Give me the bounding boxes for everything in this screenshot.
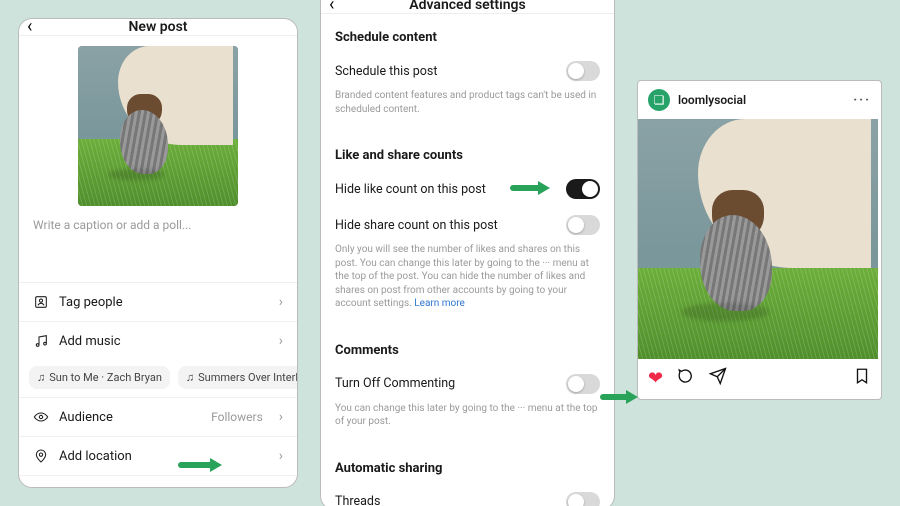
new-post-header: ‹ New post [19, 19, 297, 36]
like-share-note: Only you will see the number of likes an… [335, 243, 600, 317]
new-post-title: New post [129, 19, 188, 35]
eye-icon [33, 409, 49, 425]
tag-people-label: Tag people [59, 295, 123, 310]
person-tag-icon [33, 294, 49, 310]
music-chip-label: Summers Over Interlude · [198, 371, 297, 384]
chevron-right-icon: › [279, 333, 283, 349]
like-share-heading: Like and share counts [335, 148, 600, 163]
music-chip[interactable]: ♫ Summers Over Interlude · [178, 366, 297, 389]
advanced-settings-label: Advanced settings [59, 488, 166, 489]
chevron-right-icon: › [279, 294, 283, 310]
chevron-right-icon: › [279, 448, 283, 464]
add-location-row[interactable]: Add location › [19, 437, 297, 476]
post-actions: ❤ [638, 359, 881, 397]
hide-like-label: Hide like count on this post [335, 182, 486, 197]
threads-toggle[interactable] [566, 492, 600, 506]
add-location-label: Add location [59, 449, 132, 464]
post-header: ❏ loomlysocial ··· [638, 81, 881, 119]
send-icon[interactable] [709, 367, 727, 390]
avatar[interactable]: ❏ [648, 89, 670, 111]
caption-input[interactable]: Write a caption or add a poll... [19, 212, 297, 282]
feed-post-panel: ❏ loomlysocial ··· ❤ [637, 80, 882, 400]
schedule-section: Schedule content Schedule this post Bran… [321, 14, 614, 124]
chevron-right-icon: › [279, 487, 283, 488]
commenting-toggle[interactable] [566, 374, 600, 394]
comments-heading: Comments [335, 343, 600, 358]
turn-off-commenting-label: Turn Off Commenting [335, 376, 455, 391]
add-music-label: Add music [59, 334, 121, 349]
chevron-right-icon: › [279, 409, 283, 425]
hide-share-toggle[interactable] [566, 215, 600, 235]
music-chip-label: Sun to Me · Zach Bryan [49, 371, 162, 384]
back-icon[interactable]: ‹ [329, 0, 334, 14]
comments-section: Comments Turn Off Commenting You can cha… [321, 327, 614, 437]
audience-row[interactable]: Audience Followers › [19, 398, 297, 437]
hide-like-toggle[interactable] [566, 179, 600, 199]
audience-value: Followers [211, 410, 263, 424]
bookmark-icon[interactable] [853, 367, 871, 390]
back-icon[interactable]: ‹ [27, 18, 32, 36]
schedule-this-post-label: Schedule this post [335, 64, 437, 79]
tag-people-row[interactable]: Tag people › [19, 283, 297, 322]
schedule-this-post-row[interactable]: Schedule this post [335, 53, 600, 89]
music-chip[interactable]: ♫ Sun to Me · Zach Bryan [29, 366, 170, 389]
learn-more-link[interactable]: Learn more [414, 298, 465, 309]
advanced-title: Advanced settings [409, 0, 525, 13]
music-note-icon: ♫ [37, 371, 45, 384]
threads-row[interactable]: Threads [335, 484, 600, 506]
hide-like-row[interactable]: Hide like count on this post [335, 171, 600, 207]
advanced-header: ‹ Advanced settings [321, 0, 614, 14]
location-pin-icon [33, 448, 49, 464]
avatar-glyph: ❏ [654, 93, 665, 107]
add-music-row[interactable]: Add music › [19, 322, 297, 360]
threads-label: Threads [335, 494, 380, 506]
audience-label: Audience [59, 410, 113, 425]
new-post-panel: ‹ New post Write a caption or add a poll… [18, 18, 298, 488]
advanced-settings-row[interactable]: Advanced settings › [19, 476, 297, 488]
automatic-sharing-heading: Automatic sharing [335, 461, 600, 476]
schedule-note: Branded content features and product tag… [335, 89, 600, 122]
heart-icon[interactable]: ❤ [648, 368, 663, 389]
gear-icon [33, 487, 49, 488]
automatic-sharing-section: Automatic sharing Threads [321, 445, 614, 506]
feed-image[interactable] [638, 119, 878, 359]
music-note-icon: ♫ [186, 371, 194, 384]
more-icon[interactable]: ··· [853, 93, 871, 108]
schedule-heading: Schedule content [335, 30, 600, 45]
comments-note: You can change this later by going to th… [335, 402, 600, 435]
turn-off-commenting-row[interactable]: Turn Off Commenting [335, 366, 600, 402]
advanced-settings-panel: ‹ Advanced settings Schedule content Sch… [320, 0, 615, 506]
post-image-preview[interactable] [19, 36, 297, 212]
like-share-section: Like and share counts Hide like count on… [321, 132, 614, 319]
post-username[interactable]: loomlysocial [678, 93, 746, 107]
new-post-options: Tag people › Add music › ♫ Sun to Me · Z… [19, 282, 297, 488]
post-image [78, 46, 238, 206]
music-note-icon [33, 333, 49, 349]
music-suggestions: ♫ Sun to Me · Zach Bryan ♫ Summers Over … [19, 360, 297, 398]
comment-icon[interactable] [677, 367, 695, 390]
hide-share-label: Hide share count on this post [335, 218, 498, 233]
schedule-toggle[interactable] [566, 61, 600, 81]
hide-share-row[interactable]: Hide share count on this post [335, 207, 600, 243]
